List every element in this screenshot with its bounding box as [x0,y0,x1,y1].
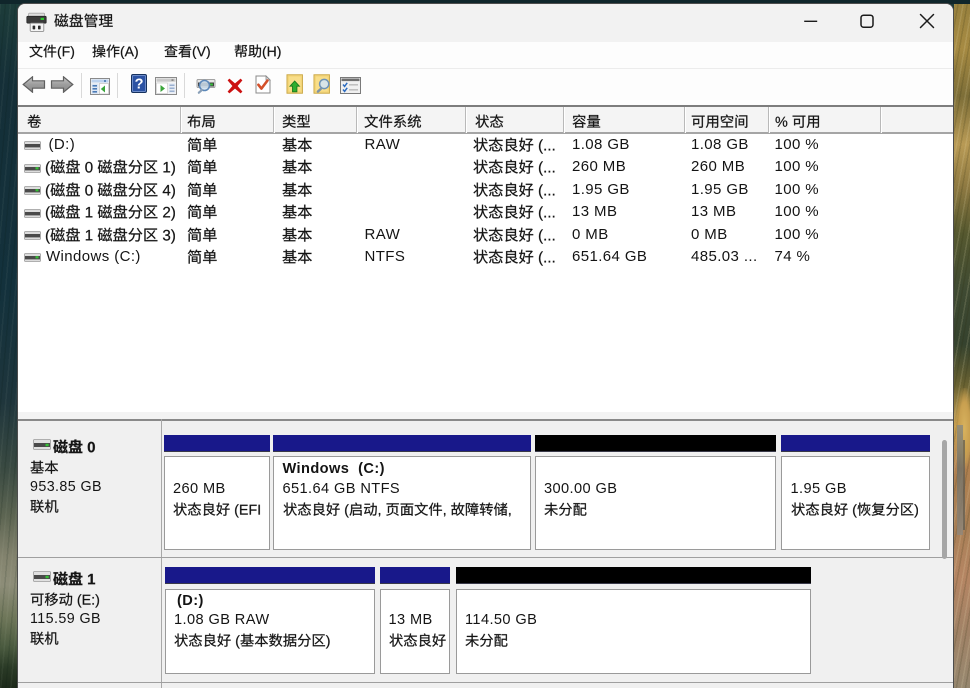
svg-text:?: ? [135,77,144,93]
